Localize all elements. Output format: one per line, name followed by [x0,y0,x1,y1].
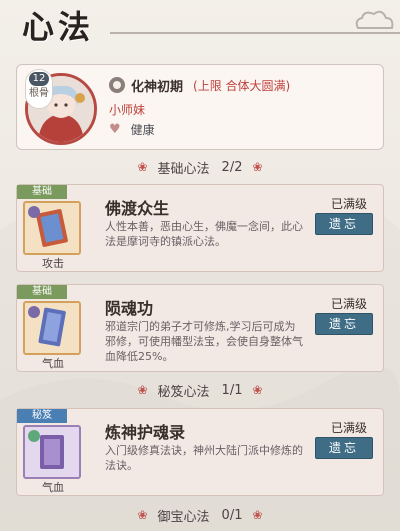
skill-name: 佛渡众生 [105,199,170,218]
flower-icon: ❀ [137,508,148,522]
page-header: 心法 [0,0,400,52]
book-icon [23,201,81,255]
skill-type: 气血 [42,357,64,370]
realm-row: 化神初期 (上限 合体大圆满) [109,75,290,95]
book-icon [23,301,81,355]
character-name: 小师妹 [109,103,146,117]
section-count: 2/2 [221,159,243,175]
flower-icon: ❀ [252,160,263,174]
skill-name: 炼神护魂录 [105,423,186,442]
skill-description: 人性本善，恶由心生，佛魔一念间，此心法是摩诃寺的镇派心法。 [105,220,303,248]
skill-tag: 基础 [17,285,67,299]
section-header-secret: ❀ 秘笈心法 1/1 ❀ [0,379,400,401]
health-status: 健康 [130,123,155,137]
skill-type: 气血 [42,481,64,494]
level-number: 12 [29,72,49,86]
skill-status: 已满级 [330,421,367,435]
section-label: 秘笈心法 [157,384,210,400]
cloud-ornament-icon [355,10,394,29]
flower-icon: ❀ [137,160,148,174]
forget-button[interactable]: 遗忘 [315,437,373,459]
skill-tag: 秘笈 [17,409,67,423]
section-count: 0/1 [221,507,243,523]
health-row: ♥ 健康 [109,121,155,138]
section-header-treasure: ❀ 御宝心法 0/1 ❀ [0,504,400,526]
skill-description: 入门级修真法诀，神州大陆门派中修炼的法诀。 [105,444,303,472]
flower-icon: ❀ [252,383,263,397]
flower-icon: ❀ [137,383,148,397]
skill-name: 陨魂功 [105,299,154,318]
skill-card[interactable]: 基础 气血 陨魂功 邪道宗门的弟子才可修炼,学习后可成为邪修，可使用幡型法宝，会… [16,284,384,372]
skill-description: 邪道宗门的弟子才可修炼,学习后可成为邪修，可使用幡型法宝，会使自身整体气血降低2… [105,320,303,363]
skill-card[interactable]: 基础 攻击 佛渡众生 人性本善，恶由心生，佛魔一念间，此心法是摩诃寺的镇派心法。… [16,184,384,272]
realm-icon [109,77,125,93]
skill-tag: 基础 [17,185,67,199]
heart-icon: ♥ [109,122,121,137]
forget-button[interactable]: 遗忘 [315,313,373,335]
root-bone-badge: 12 根骨 [25,69,53,109]
skill-status: 已满级 [330,297,367,311]
skill-type: 攻击 [42,257,64,270]
realm-limit: (上限 合体大圆满) [193,78,291,93]
realm-text: 化神初期 [131,79,184,95]
flower-icon: ❀ [252,508,263,522]
book-icon [23,425,81,479]
skill-card[interactable]: 秘笈 气血 炼神护魂录 入门级修真法诀，神州大陆门派中修炼的法诀。 已满级 遗忘 [16,408,384,496]
character-profile-card: 12 根骨 化神初期 (上限 合体大圆满) 小师妹 ♥ 健康 [16,64,384,150]
forget-button[interactable]: 遗忘 [315,213,373,235]
section-header-basic: ❀ 基础心法 2/2 ❀ [0,156,400,178]
section-label: 基础心法 [157,161,210,177]
section-count: 1/1 [221,382,243,398]
skill-status: 已满级 [330,197,367,211]
page-title: 心法 [22,8,95,46]
section-label: 御宝心法 [157,509,210,525]
level-label: 根骨 [29,88,49,99]
